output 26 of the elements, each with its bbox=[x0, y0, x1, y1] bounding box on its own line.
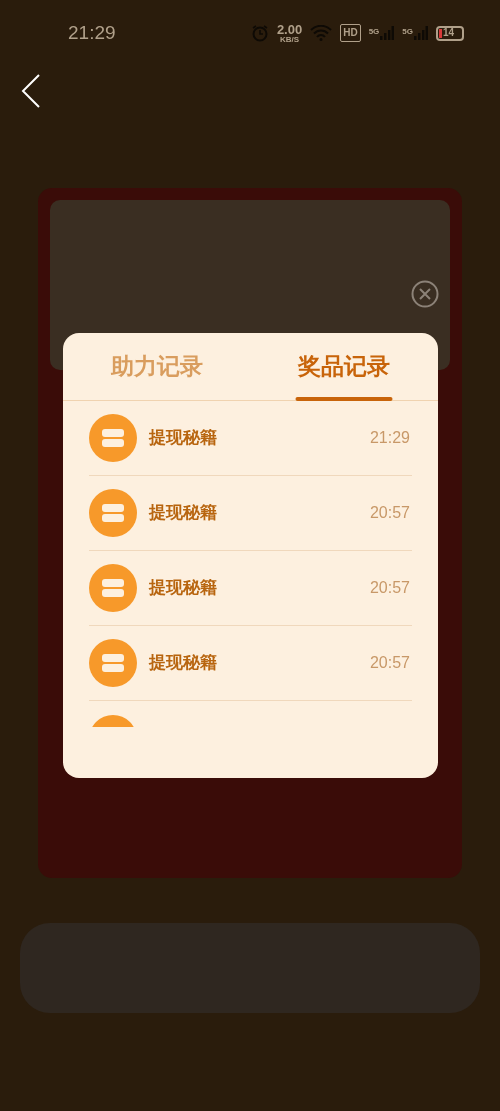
record-name: 提现秘籍 bbox=[149, 652, 217, 675]
record-time: 20:57 bbox=[369, 653, 410, 673]
tab[interactable]: 助力记录 bbox=[63, 333, 251, 400]
record-time: 20:57 bbox=[369, 578, 410, 598]
tab[interactable]: 奖品记录 bbox=[250, 333, 438, 400]
record-icon bbox=[89, 564, 137, 612]
close-icon[interactable] bbox=[411, 280, 439, 308]
hd-badge: HD bbox=[340, 24, 361, 42]
wifi-icon bbox=[310, 25, 333, 41]
network-speed: 2.00 KB/S bbox=[276, 22, 303, 44]
record-icon bbox=[89, 639, 137, 687]
signal-icon bbox=[414, 26, 428, 40]
record-name: 提现秘籍 bbox=[149, 577, 217, 600]
record-time: 20:57 bbox=[369, 503, 410, 523]
record-name: 提现秘籍 bbox=[149, 427, 217, 450]
network-type-label: 5G bbox=[402, 26, 413, 38]
network-type-label: 5G bbox=[368, 26, 380, 38]
battery-indicator: 14 bbox=[436, 25, 464, 41]
record-name: 提现秘籍 bbox=[149, 502, 217, 525]
signal-icon bbox=[380, 26, 395, 40]
clock-time: 21:29 bbox=[68, 20, 116, 45]
back-icon[interactable] bbox=[20, 73, 42, 109]
record-time: 21:29 bbox=[369, 428, 410, 448]
alarm-icon bbox=[250, 24, 269, 42]
record-icon bbox=[89, 489, 137, 537]
record-icon bbox=[89, 414, 137, 462]
